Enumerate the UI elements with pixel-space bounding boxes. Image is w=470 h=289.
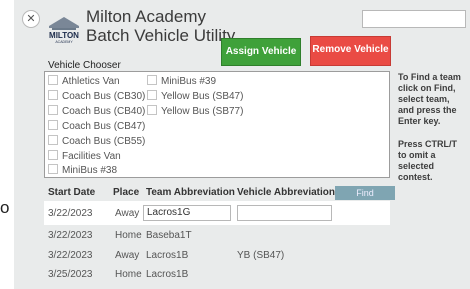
row-1-place: Away bbox=[115, 208, 140, 219]
milton-logo: MILTON ACADEMY bbox=[49, 17, 79, 44]
vehicle-option-cb47[interactable]: Coach Bus (CB47) bbox=[48, 120, 145, 134]
vehicle-option-sb47[interactable]: Yellow Bus (SB47) bbox=[147, 90, 243, 104]
top-search-input[interactable] bbox=[362, 10, 466, 28]
col-header-place: Place bbox=[113, 187, 140, 198]
vehicle-chooser-label: Vehicle Chooser bbox=[48, 60, 121, 71]
checkbox[interactable] bbox=[48, 105, 58, 115]
checkbox[interactable] bbox=[48, 164, 58, 174]
row-2-place: Home bbox=[115, 230, 142, 241]
title-line-2: Batch Vehicle Utility bbox=[86, 26, 236, 45]
edge-glyph: o bbox=[0, 198, 10, 217]
logo-text: MILTON bbox=[49, 31, 79, 40]
help-text: To Find a team click on Find, select tea… bbox=[398, 72, 464, 195]
vehicle-option-cb55[interactable]: Coach Bus (CB55) bbox=[48, 135, 145, 149]
row-3-team: Lacros1B bbox=[146, 250, 189, 261]
row-4-team: Lacros1B bbox=[146, 269, 189, 280]
row-1-team-field[interactable]: Lacros1G bbox=[143, 205, 231, 221]
assign-vehicle-button[interactable]: Assign Vehicle bbox=[221, 38, 301, 66]
vehicle-option-minibus-39[interactable]: MiniBus #39 bbox=[147, 75, 216, 89]
vehicle-option-sb77[interactable]: Yellow Bus (SB77) bbox=[147, 105, 243, 119]
checkbox[interactable] bbox=[147, 90, 157, 100]
checkbox[interactable] bbox=[48, 90, 58, 100]
row-3-vehicle: YB (SB47) bbox=[237, 250, 285, 261]
find-button[interactable]: Find bbox=[335, 186, 395, 200]
vehicle-option-cb40[interactable]: Coach Bus (CB40) bbox=[48, 105, 145, 119]
row-3-date: 3/22/2023 bbox=[48, 250, 93, 261]
row-4-date: 3/25/2023 bbox=[48, 269, 93, 280]
checkbox[interactable] bbox=[48, 135, 58, 145]
remove-vehicle-button[interactable]: Remove Vehicle bbox=[310, 36, 391, 66]
row-1-date: 3/22/2023 bbox=[48, 208, 93, 219]
vehicle-option-minibus-38[interactable]: MiniBus #38 bbox=[48, 164, 117, 178]
checkbox[interactable] bbox=[147, 75, 157, 85]
title-line-1: Milton Academy bbox=[86, 7, 206, 26]
help-find-instructions: To Find a team click on Find, select tea… bbox=[398, 72, 461, 126]
help-omit-instructions: Press CTRL/T to omit a selected contest. bbox=[398, 139, 458, 182]
logo-subtext: ACADEMY bbox=[55, 40, 73, 44]
close-icon[interactable]: ✕ bbox=[22, 10, 40, 28]
checkbox[interactable] bbox=[48, 150, 58, 160]
col-header-vehicle: Vehicle Abbreviation bbox=[237, 187, 335, 198]
row-2-team: Baseba1T bbox=[146, 230, 192, 241]
col-header-start-date: Start Date bbox=[48, 187, 96, 198]
vehicle-chooser: Athletics Van Coach Bus (CB30) Coach Bus… bbox=[44, 71, 390, 178]
row-2-date: 3/22/2023 bbox=[48, 230, 93, 241]
checkbox[interactable] bbox=[147, 105, 157, 115]
vehicle-option-facilities-van[interactable]: Facilities Van bbox=[48, 150, 121, 164]
checkbox[interactable] bbox=[48, 120, 58, 130]
row-1-vehicle-field[interactable] bbox=[237, 205, 332, 221]
app-title: Milton Academy Batch Vehicle Utility bbox=[86, 7, 235, 45]
col-header-team: Team Abbreviation bbox=[146, 187, 235, 198]
vehicle-option-athletics-van[interactable]: Athletics Van bbox=[48, 75, 120, 89]
checkbox[interactable] bbox=[48, 75, 58, 85]
row-3-place: Away bbox=[115, 250, 140, 261]
vehicle-option-cb30[interactable]: Coach Bus (CB30) bbox=[48, 90, 145, 104]
row-4-place: Home bbox=[115, 269, 142, 280]
